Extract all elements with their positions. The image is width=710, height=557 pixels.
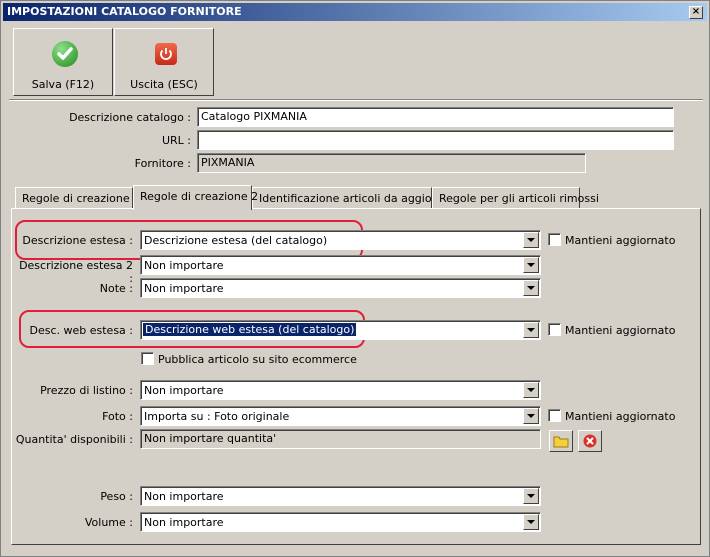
note-value: Non importare (144, 282, 224, 295)
delete-button[interactable] (578, 430, 602, 452)
foto-value: Importa su : Foto originale (144, 410, 290, 423)
exit-button[interactable]: Uscita (ESC) (114, 28, 214, 96)
tab-articoli-rimossi[interactable]: Regole per gli articoli rimossi (432, 187, 599, 209)
desc-estesa2-value: Non importare (144, 259, 224, 272)
tab-regole-2[interactable]: Regole di creazione 2 (133, 185, 258, 210)
desc-estesa-select[interactable]: Descrizione estesa (del catalogo) (140, 230, 541, 250)
web-estesa-select[interactable]: Descrizione web estesa (del catalogo) (140, 320, 541, 340)
chevron-down-icon[interactable] (523, 382, 539, 398)
volume-select[interactable]: Non importare (140, 512, 541, 532)
save-button-label: Salva (F12) (31, 78, 95, 91)
save-button[interactable]: Salva (F12) (13, 28, 113, 96)
url-label: URL : (161, 134, 191, 147)
desc-estesa-label: Descrizione estesa : (22, 234, 133, 247)
delete-icon (583, 434, 597, 448)
mantieni-label: Mantieni aggiornato (565, 410, 676, 423)
peso-value: Non importare (144, 490, 224, 503)
fornitore-field: PIXMANIA (197, 153, 586, 173)
note-label: Note : (99, 282, 133, 295)
chevron-down-icon[interactable] (523, 232, 539, 248)
url-input[interactable] (197, 130, 674, 150)
checkmark-icon (52, 41, 78, 67)
mantieni-checkbox-web[interactable] (548, 323, 561, 336)
folder-button[interactable] (549, 430, 573, 452)
mantieni-checkbox-desc[interactable] (548, 233, 561, 246)
exit-button-label: Uscita (ESC) (130, 78, 198, 91)
peso-select[interactable]: Non importare (140, 486, 541, 506)
mantieni-label: Mantieni aggiornato (565, 324, 676, 337)
tab-regole-1[interactable]: Regole di creazione 1 (15, 187, 140, 209)
foto-label: Foto : (102, 410, 133, 423)
quantita-label: Quantita' disponibili : (15, 433, 133, 446)
note-select[interactable]: Non importare (140, 278, 541, 298)
volume-label: Volume : (84, 516, 133, 529)
chevron-down-icon[interactable] (523, 257, 539, 273)
toolbar-separator (9, 99, 703, 101)
foto-select[interactable]: Importa su : Foto originale (140, 406, 541, 426)
pubblica-label: Pubblica articolo su sito ecommerce (158, 353, 357, 366)
volume-value: Non importare (144, 516, 224, 529)
tab-identificazione[interactable]: Identificazione articoli da aggiornare (252, 187, 461, 209)
window-title: IMPOSTAZIONI CATALOGO FORNITORE (7, 5, 242, 18)
close-button[interactable]: × (689, 6, 703, 19)
web-estesa-label: Desc. web estesa : (29, 324, 133, 337)
folder-icon (553, 436, 569, 448)
desc-estesa-value: Descrizione estesa (del catalogo) (144, 234, 328, 247)
power-icon (155, 43, 177, 65)
chevron-down-icon[interactable] (523, 488, 539, 504)
peso-label: Peso : (100, 490, 133, 503)
desc-estesa2-select[interactable]: Non importare (140, 255, 541, 275)
dialog-window: IMPOSTAZIONI CATALOGO FORNITORE × Salva … (0, 0, 710, 557)
pubblica-checkbox[interactable] (141, 352, 154, 365)
mantieni-checkbox-foto[interactable] (548, 409, 561, 422)
web-estesa-value: Descrizione web estesa (del catalogo) (143, 323, 357, 336)
fornitore-label: Fornitore : (134, 157, 191, 170)
chevron-down-icon[interactable] (523, 280, 539, 296)
title-bar: IMPOSTAZIONI CATALOGO FORNITORE × (3, 3, 707, 21)
prezzo-value: Non importare (144, 384, 224, 397)
mantieni-label: Mantieni aggiornato (565, 234, 676, 247)
quantita-field: Non importare quantita' (140, 429, 541, 449)
prezzo-label: Prezzo di listino : (40, 384, 133, 397)
descrizione-catalogo-label: Descrizione catalogo : (69, 111, 191, 124)
descrizione-catalogo-input[interactable]: Catalogo PIXMANIA (197, 107, 674, 127)
chevron-down-icon[interactable] (523, 514, 539, 530)
prezzo-select[interactable]: Non importare (140, 380, 541, 400)
chevron-down-icon[interactable] (523, 408, 539, 424)
chevron-down-icon[interactable] (523, 322, 539, 338)
